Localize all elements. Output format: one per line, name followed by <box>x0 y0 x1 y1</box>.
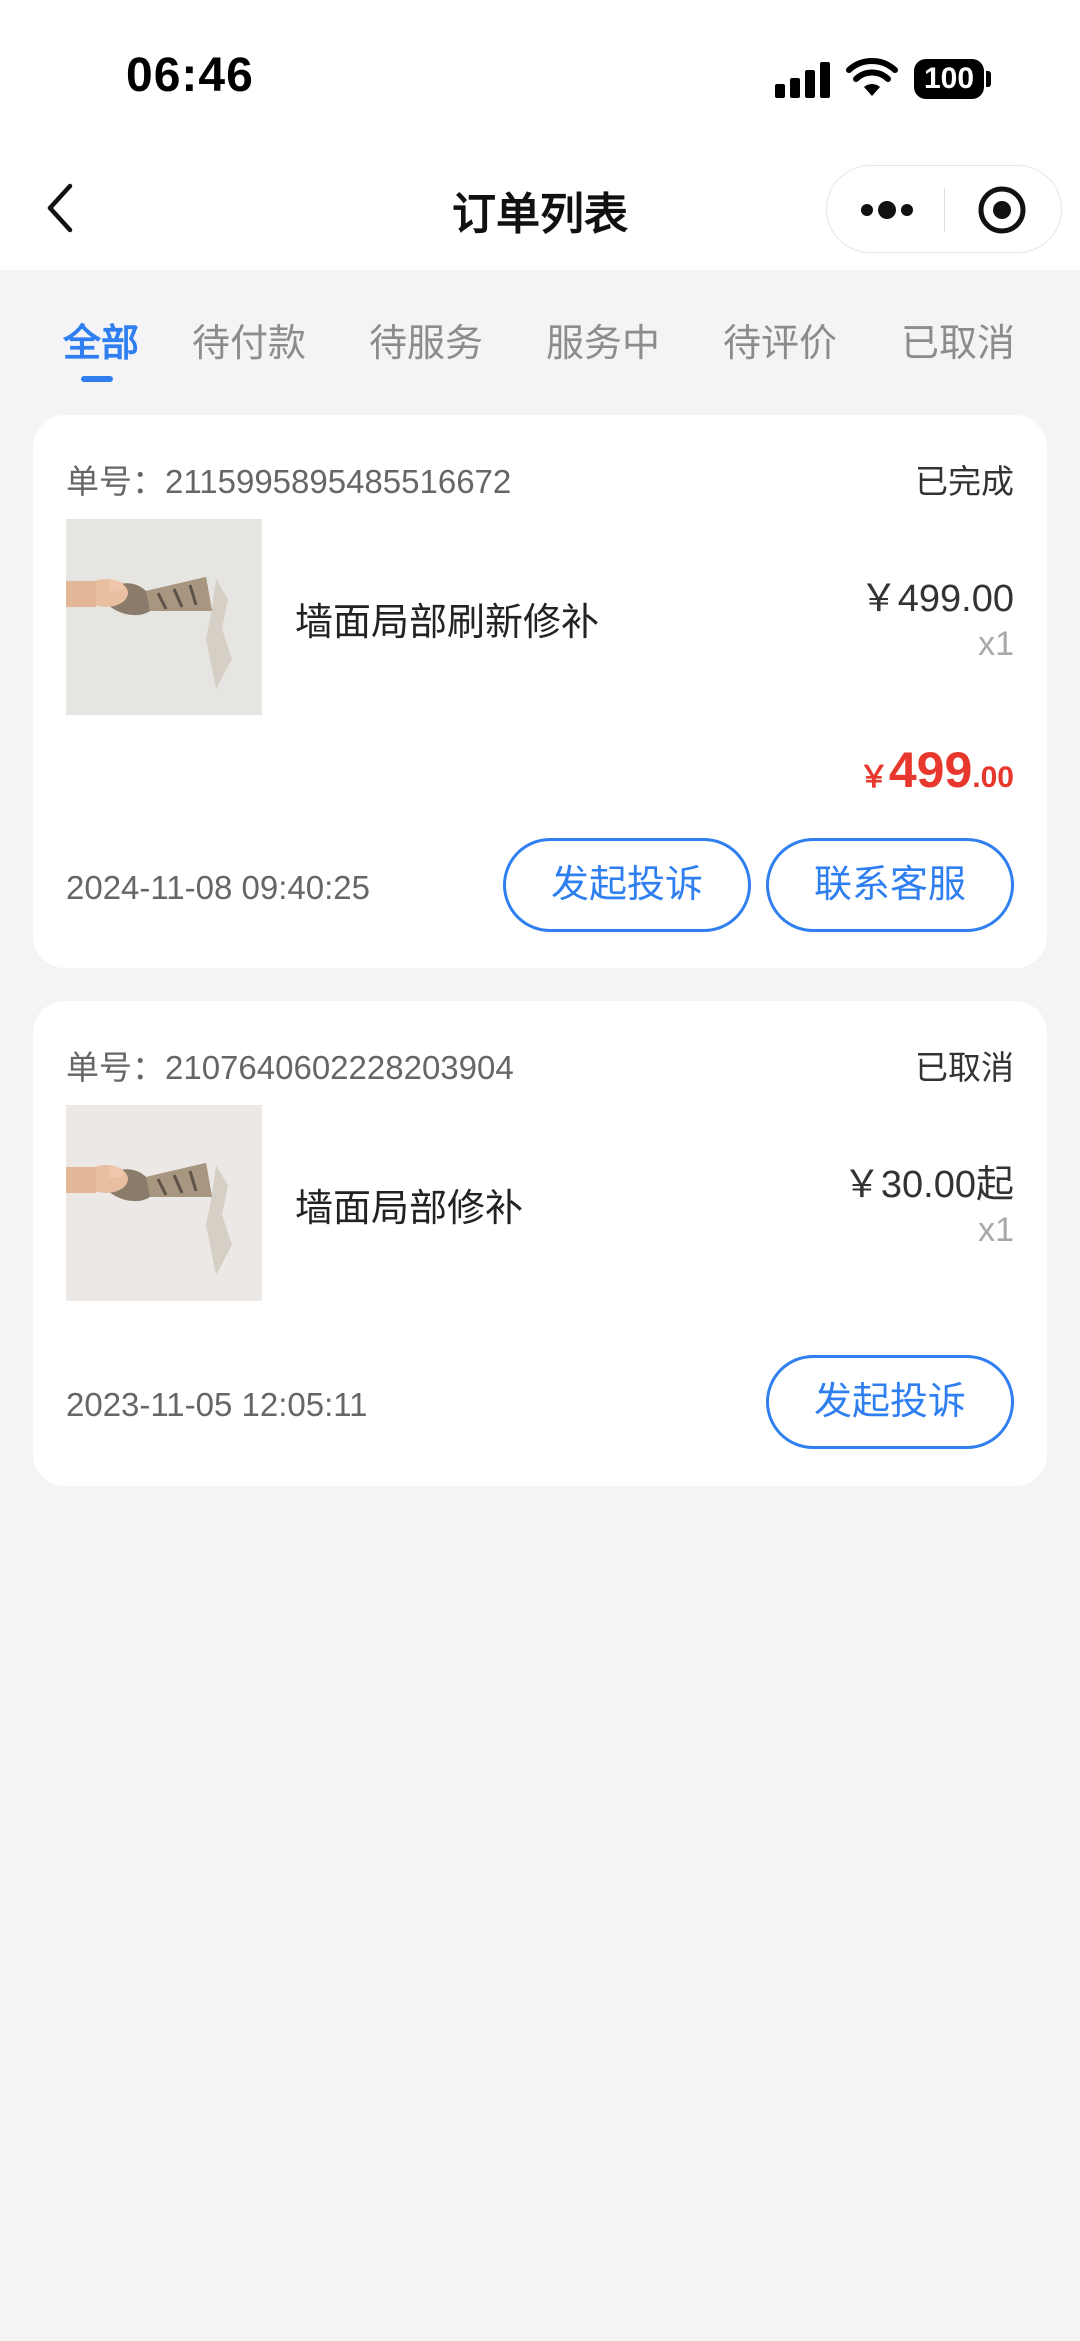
order-card[interactable]: 单号：2107640602228203904 已取消 墙面局部修补 ￥30.00… <box>33 1001 1047 1486</box>
item-quantity: x1 <box>978 625 1014 663</box>
active-tab-indicator <box>81 376 113 382</box>
top-bar: 06:46 100 订单列表 <box>0 0 1080 270</box>
total-decimal: .00 <box>972 761 1014 794</box>
battery-cap <box>986 71 991 87</box>
order-total: ￥499.00 <box>859 741 1014 799</box>
more-dots-icon[interactable] <box>857 188 917 232</box>
tab-cancelled[interactable]: 已取消 <box>901 312 1015 367</box>
capsule-divider <box>944 188 945 232</box>
order-number: 单号：2107640602228203904 <box>66 1049 514 1086</box>
item-thumbnail <box>66 519 262 715</box>
item-thumbnail <box>66 1105 262 1301</box>
order-number: 单号：2115995895485516672 <box>66 463 512 500</box>
total-integer: 499 <box>888 742 973 798</box>
tab-in-service[interactable]: 服务中 <box>546 312 660 367</box>
contact-service-button[interactable]: 联系客服 <box>766 838 1014 932</box>
item-price: ￥499.00 <box>859 578 1014 620</box>
tab-pending-payment[interactable]: 待付款 <box>192 312 306 367</box>
mini-program-capsule <box>826 165 1062 253</box>
target-circle-icon[interactable] <box>977 185 1027 235</box>
total-currency: ￥ <box>858 761 889 794</box>
order-card[interactable]: 单号：2115995895485516672 已完成 墙面局部刷新修补 ￥499… <box>33 415 1047 968</box>
wifi-icon <box>846 58 898 96</box>
order-time: 2024-11-08 09:40:25 <box>66 869 370 906</box>
item-name: 墙面局部修补 <box>295 1188 524 1230</box>
signal-icon <box>775 62 831 98</box>
battery-icon: 100 <box>914 59 984 99</box>
order-status: 已完成 <box>915 463 1014 500</box>
item-price: ￥30.00起 <box>842 1164 1014 1206</box>
item-name: 墙面局部刷新修补 <box>295 602 600 644</box>
status-time: 06:46 <box>126 49 254 102</box>
item-quantity: x1 <box>978 1211 1014 1249</box>
order-time: 2023-11-05 12:05:11 <box>66 1386 368 1423</box>
tab-pending-service[interactable]: 待服务 <box>369 312 483 367</box>
order-status: 已取消 <box>915 1049 1014 1086</box>
tab-pending-review[interactable]: 待评价 <box>723 312 837 367</box>
tab-all[interactable]: 全部 <box>63 312 139 367</box>
complaint-button[interactable]: 发起投诉 <box>766 1355 1014 1449</box>
complaint-button[interactable]: 发起投诉 <box>503 838 751 932</box>
status-tabs: 全部 待付款 待服务 服务中 待评价 已取消 <box>0 270 1080 400</box>
